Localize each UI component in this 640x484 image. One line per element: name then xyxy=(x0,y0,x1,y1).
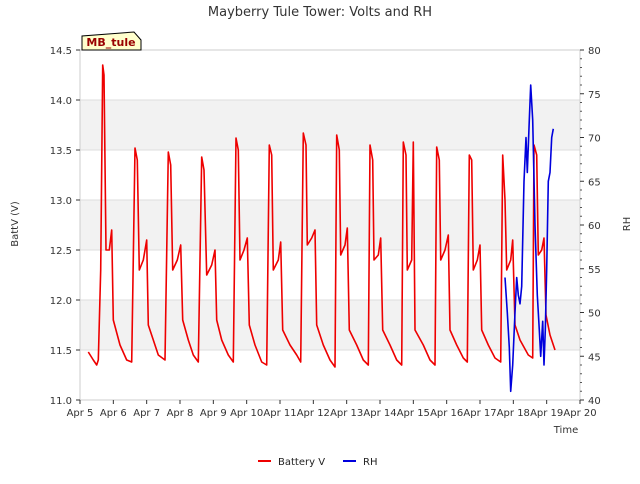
y-right-tick-label: 70 xyxy=(588,134,601,145)
y-right-tick-label: 75 xyxy=(588,90,601,101)
x-tick-label: Apr 10 xyxy=(230,408,263,419)
x-axis: Apr 5 Apr 6 Apr 7 Apr 8 Apr 9 Apr 10 Apr 11 Apr… xyxy=(67,400,597,419)
x-tick-label: Apr 12 xyxy=(297,408,330,419)
y-right-tick-label: 50 xyxy=(588,309,601,320)
x-tick-label: Apr 20 xyxy=(563,408,596,419)
y-right-tick-label: 60 xyxy=(588,221,601,232)
y-left-tick-label: 12.5 xyxy=(50,246,72,257)
x-tick-label: Apr 17 xyxy=(463,408,496,419)
station-badge: MB_tule xyxy=(81,31,142,51)
legend: Battery V RH xyxy=(258,457,377,468)
chart-title: Mayberry Tule Tower: Volts and RH xyxy=(208,5,432,20)
y-axis-left-label: BattV (V) xyxy=(10,201,21,247)
x-tick-label: Apr 18 xyxy=(497,408,530,419)
legend-label-rh: RH xyxy=(363,457,377,468)
y-left-tick-label: 14.5 xyxy=(50,46,72,57)
right-axis: 40 45 50 55 60 65 70 75 80 xyxy=(580,46,601,407)
x-tick-label: Apr 7 xyxy=(133,408,160,419)
y-axis-right-label: RH xyxy=(622,217,633,231)
x-tick-label: Apr 8 xyxy=(167,408,194,419)
x-tick-label: Apr 13 xyxy=(330,408,363,419)
x-axis-label: Time xyxy=(553,425,578,436)
badge-label: MB_tule xyxy=(86,36,135,49)
y-left-tick-label: 11.0 xyxy=(50,396,72,407)
y-left-tick-label: 14.0 xyxy=(50,96,72,107)
legend-label-battery-v: Battery V xyxy=(278,457,325,468)
x-tick-label: Apr 11 xyxy=(263,408,296,419)
y-right-tick-label: 80 xyxy=(588,46,601,57)
y-left-tick-label: 11.5 xyxy=(50,346,72,357)
y-left-tick-label: 12.0 xyxy=(50,296,72,307)
left-axis: 11.0 11.5 12.0 12.5 13.0 13.5 14.0 14.5 xyxy=(50,46,80,407)
y-right-tick-label: 65 xyxy=(588,177,601,188)
x-tick-label: Apr 6 xyxy=(100,408,127,419)
chart-svg: Mayberry Tule Tower: Volts and RH 11.011… xyxy=(10,5,633,468)
x-tick-label: Apr 14 xyxy=(363,408,396,419)
y-left-tick-label: 13.0 xyxy=(50,196,72,207)
y-right-tick-label: 40 xyxy=(588,396,601,407)
x-tick-label: Apr 19 xyxy=(530,408,563,419)
x-tick-label: Apr 9 xyxy=(200,408,227,419)
y-right-tick-label: 45 xyxy=(588,352,601,363)
x-tick-label: Apr 5 xyxy=(67,408,94,419)
grid-band xyxy=(80,100,580,150)
y-right-tick-label: 55 xyxy=(588,265,601,276)
grid-band xyxy=(80,300,580,350)
x-tick-label: Apr 15 xyxy=(397,408,430,419)
y-left-tick-label: 13.5 xyxy=(50,146,72,157)
x-tick-label: Apr 16 xyxy=(430,408,463,419)
